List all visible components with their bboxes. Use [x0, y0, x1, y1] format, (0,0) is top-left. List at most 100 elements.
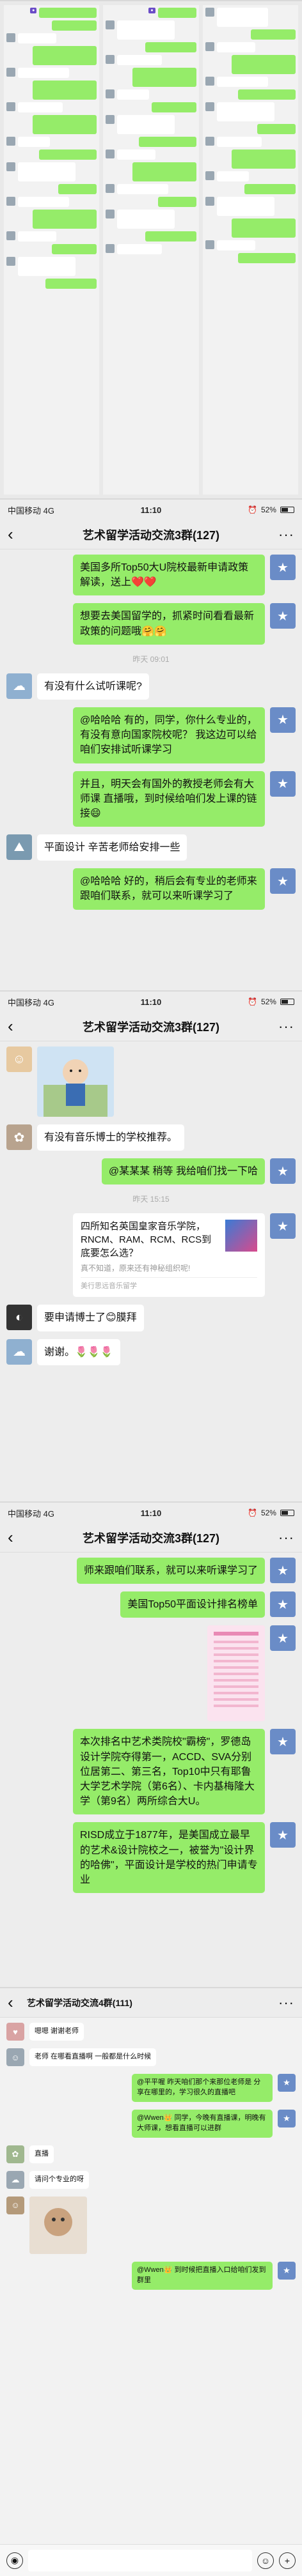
status-bar: 中国移动 4G 11:10 ⏰ 52%	[0, 992, 302, 1012]
avatar[interactable]: ★	[270, 707, 296, 733]
ranking-image[interactable]	[207, 1625, 265, 1722]
message-bubble[interactable]: 想要去美国留学的，抓紧时间看看最新政策的问题哦🤗🤗	[73, 603, 265, 645]
message-bubble[interactable]: @某某某 稍等 我给咱们找一下哈	[101, 1158, 265, 1185]
clock: 11:10	[140, 1508, 162, 1518]
list-item	[205, 184, 296, 194]
message-bubble[interactable]: @哈哈哈 好的，稍后会有专业的老师来跟咱们联系，就可以来听课学习了	[73, 868, 265, 910]
emoji-icon[interactable]: ☺	[257, 2552, 274, 2569]
message-row: ☁ 请问个专业的呀	[6, 2170, 296, 2189]
back-icon[interactable]: ‹	[8, 525, 27, 544]
list-item	[6, 115, 97, 134]
list-item	[106, 20, 196, 40]
message-bubble[interactable]: @平平喔 昨天咱们那个来那位老师是 分享在哪里的，学习很久的直播吧	[132, 2074, 273, 2102]
avatar[interactable]: ◐	[6, 1305, 32, 1331]
avatar[interactable]: ★	[270, 1729, 296, 1755]
message-bubble[interactable]: 老师 在哪看直播啊 一般都是什么时候	[29, 2048, 157, 2066]
message-bubble[interactable]: 要申请博士了😊膜拜	[37, 1305, 144, 1331]
avatar[interactable]: ☺	[6, 2048, 24, 2066]
thumbnail-collage: ● ●	[0, 1, 302, 498]
chat-screen-5: ‹ 艺术留学活动交流4群(111) ··· ♥ 嗯嗯 谢谢老师 ☺ 老师 在哪看直播…	[0, 1987, 302, 2576]
list-item	[106, 137, 196, 147]
message-bubble[interactable]: 谢谢。🌷🌷🌷	[37, 1338, 120, 1365]
message-bubble[interactable]: 美国多所Top50大U院校最新申请政策解读，送上❤️❤️	[73, 555, 265, 596]
chat-header: ‹ 艺术留学活动交流3群(127) ···	[0, 1523, 302, 1552]
avatar[interactable]: ✿	[6, 1124, 32, 1150]
message-bubble[interactable]: 并且，明天会有国外的教授老师会有大师课 直播哦，到时候给咱们发上课的链接😄	[73, 770, 265, 827]
avatar[interactable]: ★	[278, 2109, 296, 2128]
message-bubble[interactable]: 请问个专业的呀	[29, 2170, 89, 2189]
list-item	[6, 210, 97, 229]
avatar[interactable]: ☁	[6, 673, 32, 699]
avatar[interactable]: ♥	[6, 2023, 24, 2041]
avatar[interactable]: ☁	[6, 2170, 24, 2189]
back-icon[interactable]: ‹	[8, 1528, 27, 1547]
avatar[interactable]: ★	[270, 1558, 296, 1583]
plus-icon[interactable]: +	[279, 2552, 296, 2569]
avatar[interactable]: ★	[270, 1213, 296, 1239]
photo-icon	[29, 2196, 87, 2254]
back-icon[interactable]: ‹	[8, 1016, 27, 1036]
more-icon[interactable]: ···	[275, 526, 294, 543]
message-list: ☺ ✿ 有没有音乐博士的学校推荐。 ★ @某某某 稍等 我给咱们找一下哈 昨天 15…	[0, 1041, 302, 1370]
message-bubble[interactable]: 美国Top50平面设计排名榜单	[120, 1591, 265, 1618]
avatar	[6, 33, 15, 42]
avatar	[106, 184, 115, 193]
list-item	[6, 279, 97, 289]
message-bubble[interactable]: 直播	[29, 2145, 54, 2163]
avatar	[205, 77, 214, 86]
link-card[interactable]: 四所知名英国皇家音乐学院，RNCM、RAM、RCM、RCS到底要怎么选？ 真不知…	[73, 1213, 265, 1298]
avatar[interactable]: ★	[278, 2261, 296, 2280]
avatar[interactable]: ★	[278, 2074, 296, 2092]
avatar[interactable]: ★	[270, 1591, 296, 1618]
avatar[interactable]: ⛰	[6, 834, 32, 861]
avatar[interactable]: ☺	[6, 2196, 24, 2214]
list-item	[106, 184, 196, 194]
message-bubble[interactable]: RISD成立于1877年，是美国成立最早的艺术&设计院校之一，被誉为"设计界的哈…	[73, 1822, 265, 1894]
back-icon[interactable]: ‹	[8, 1993, 27, 2012]
message-bubble[interactable]: 本次排名中艺术类院校"霸榜"，罗德岛设计学院夺得第一，ACCD、SVA分别位居第…	[73, 1729, 265, 1815]
avatar[interactable]: ☁	[6, 1338, 32, 1365]
more-icon[interactable]: ···	[275, 1018, 294, 1035]
alarm-icon: ⏰	[248, 1508, 257, 1517]
avatar[interactable]: ★	[270, 603, 296, 629]
message-bubble[interactable]: 有没有什么试听课呢?	[37, 673, 149, 700]
more-icon[interactable]: ···	[275, 1995, 294, 2011]
battery-percent: 52%	[260, 1508, 276, 1517]
message-bubble[interactable]: 平面设计 辛苦老师给安排一些	[37, 834, 187, 861]
message-bubble[interactable]: @Wwen👑 同学，今晚有直播课，明晚有大师课，想看直播可以进群	[132, 2109, 273, 2138]
list-item	[6, 137, 97, 147]
avatar[interactable]: ☺	[6, 1046, 32, 1072]
message-row: ★ @Wwen👑 同学，今晚有直播课，明晚有大师课，想看直播可以进群	[6, 2109, 296, 2138]
message-bubble[interactable]: @Wwen👑 到时候把直播入口给咱们发到群里	[132, 2261, 273, 2290]
image-message[interactable]	[29, 2196, 87, 2254]
list-item	[205, 197, 296, 216]
list-item	[6, 162, 97, 181]
battery-icon	[280, 999, 294, 1005]
clock: 11:10	[140, 997, 162, 1007]
battery-icon	[280, 1510, 294, 1516]
status-bar: 中国移动 4G 11:10 ⏰ 52%	[0, 1503, 302, 1523]
message-bubble[interactable]: 师来跟咱们联系，就可以来听课学习了	[76, 1558, 265, 1584]
battery-icon	[280, 507, 294, 513]
message-bubble[interactable]: @哈哈哈 有的，同学，你什么专业的，有没有意向国家院校呢？ 我这边可以给咱们安排…	[73, 707, 265, 763]
avatar[interactable]: ★	[270, 868, 296, 894]
avatar[interactable]: ✿	[6, 2145, 24, 2163]
chat-title: 艺术留学活动交流3群(127)	[82, 1531, 220, 1545]
chat-header: ‹ 艺术留学活动交流3群(127) ···	[0, 520, 302, 549]
avatar	[205, 137, 214, 146]
thumbnail-column-middle: ●	[103, 5, 199, 494]
card-source: 美行思远音乐留学	[81, 1277, 257, 1291]
message-bubble[interactable]: 有没有音乐博士的学校推荐。	[37, 1124, 185, 1151]
avatar[interactable]: ★	[270, 1822, 296, 1848]
avatar[interactable]: ★	[270, 1158, 296, 1184]
message-bubble[interactable]: 嗯嗯 谢谢老师	[29, 2023, 84, 2041]
avatar	[106, 20, 115, 29]
avatar[interactable]: ★	[270, 555, 296, 580]
more-icon[interactable]: ···	[275, 1529, 294, 1546]
avatar[interactable]: ★	[270, 770, 296, 797]
image-message[interactable]	[37, 1046, 114, 1117]
battery-percent: 52%	[260, 505, 276, 514]
voice-icon[interactable]: ◉	[6, 2552, 23, 2569]
message-input[interactable]	[28, 2549, 252, 2572]
avatar[interactable]: ★	[270, 1625, 296, 1652]
